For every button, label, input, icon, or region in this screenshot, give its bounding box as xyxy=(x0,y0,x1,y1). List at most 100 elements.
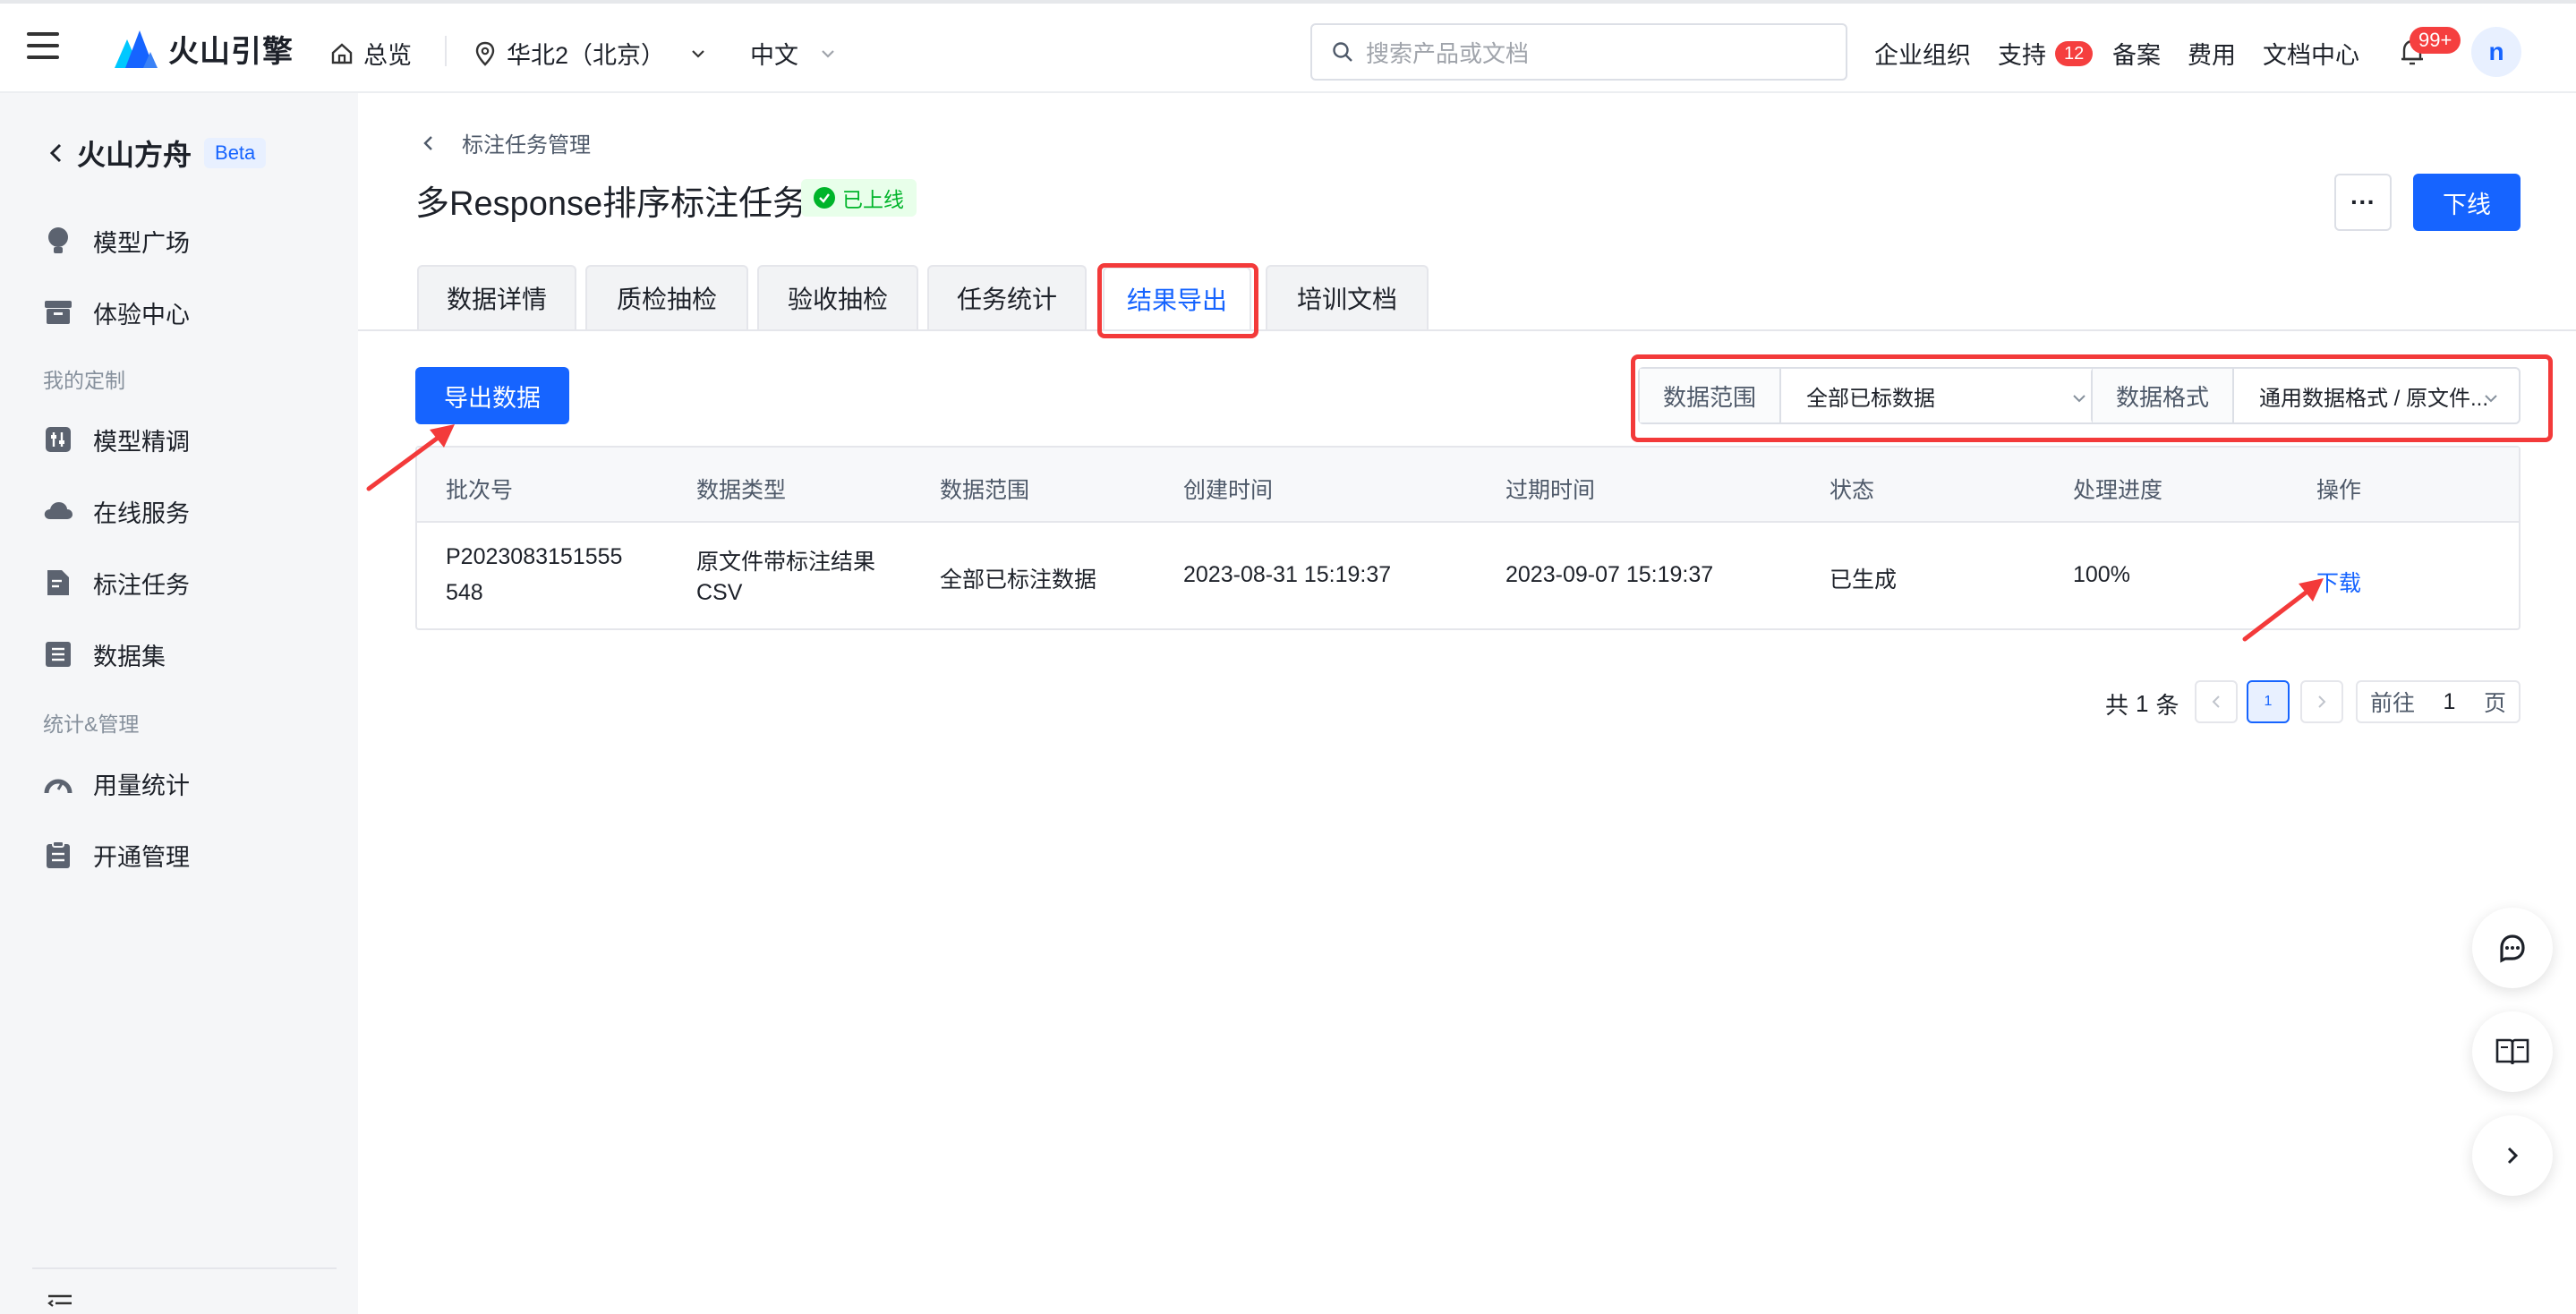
tune-icon xyxy=(43,424,73,455)
collapse-sidebar-icon[interactable] xyxy=(47,1293,73,1314)
search-input[interactable]: 搜索产品或文档 xyxy=(1310,23,1847,81)
chevron-left-icon xyxy=(49,143,62,163)
support-link[interactable]: 支持 12 xyxy=(1998,36,2094,71)
page-number-button[interactable]: 1 xyxy=(2247,680,2290,723)
column-header: 数据范围 xyxy=(940,478,1030,503)
support-count-badge: 12 xyxy=(2055,40,2094,66)
tab-training-docs[interactable]: 培训文档 xyxy=(1266,265,1429,329)
chevron-right-icon xyxy=(2507,1147,2519,1165)
batch-id-line1: P2023083151555 xyxy=(446,544,623,569)
region-selector[interactable]: 华北2（北京） xyxy=(474,36,708,71)
total-count: 1 xyxy=(2136,689,2149,717)
sidebar: 火山方舟 Beta 模型广场 体验中心 我的定制 模型精调 在线服务 标注任务 xyxy=(0,93,358,1314)
volcano-logo-icon xyxy=(115,30,158,68)
highlight-box-tab xyxy=(1097,263,1258,338)
docs-link[interactable]: 文档中心 xyxy=(2263,36,2359,71)
overview-link[interactable]: 总览 xyxy=(329,36,412,71)
goto-prefix: 前往 xyxy=(2370,691,2416,716)
docs-label: 文档中心 xyxy=(2263,42,2359,69)
beta-badge: Beta xyxy=(204,138,267,168)
enterprise-label: 企业组织 xyxy=(1874,42,1971,69)
data-range-cell: 全部已标注数据 xyxy=(940,567,1097,593)
table-header: 批次号 数据类型 数据范围 创建时间 过期时间 状态 处理进度 操作 xyxy=(417,448,2519,523)
annotation-arrow-export xyxy=(366,424,455,491)
book-icon xyxy=(2495,1038,2529,1065)
location-pin-icon xyxy=(475,41,495,66)
breadcrumb-label: 标注任务管理 xyxy=(462,133,591,158)
prev-page-button[interactable] xyxy=(2195,680,2238,723)
sidebar-item-usage[interactable]: 用量统计 xyxy=(43,763,190,804)
cloud-icon xyxy=(43,496,73,526)
lightbulb-icon xyxy=(43,226,73,256)
language-selector[interactable]: 中文 xyxy=(750,36,838,71)
sidebar-item-dataset[interactable]: 数据集 xyxy=(43,634,166,675)
column-header: 处理进度 xyxy=(2073,478,2163,503)
filing-link[interactable]: 备案 xyxy=(2112,36,2161,71)
data-type-line1: 原文件带标注结果 xyxy=(696,550,876,575)
goto-value: 1 xyxy=(2443,688,2456,714)
total-suffix: 条 xyxy=(2155,691,2179,719)
sidebar-item-model-square[interactable]: 模型广场 xyxy=(43,220,190,261)
progress-cell: 100% xyxy=(2073,562,2130,587)
hamburger-menu-icon[interactable] xyxy=(27,32,59,59)
filing-label: 备案 xyxy=(2112,42,2161,69)
column-header: 创建时间 xyxy=(1183,478,1274,503)
column-header: 操作 xyxy=(2316,478,2362,503)
box-icon xyxy=(43,297,73,328)
enterprise-link[interactable]: 企业组织 xyxy=(1874,36,1971,71)
sidebar-back-title[interactable]: 火山方舟 Beta xyxy=(47,132,267,174)
logo-text: 火山引擎 xyxy=(168,34,294,69)
search-icon xyxy=(1333,42,1352,62)
tab-task-stats[interactable]: 任务统计 xyxy=(927,265,1087,329)
sidebar-item-fine-tune[interactable]: 模型精调 xyxy=(43,419,190,460)
gauge-icon xyxy=(43,768,73,798)
more-actions-button[interactable]: ··· xyxy=(2334,174,2392,231)
divider xyxy=(445,36,447,66)
goto-page-input[interactable]: 前往 1 页 xyxy=(2356,680,2521,723)
check-circle-icon xyxy=(814,187,835,209)
breadcrumb[interactable]: 标注任务管理 xyxy=(421,127,591,158)
sidebar-title: 火山方舟 xyxy=(77,139,192,171)
highlight-box-filters xyxy=(1631,354,2553,442)
sidebar-item-experience-center[interactable]: 体验中心 xyxy=(43,292,190,333)
customer-service-button[interactable] xyxy=(2472,908,2553,988)
tab-acceptance-sampling[interactable]: 验收抽检 xyxy=(757,265,918,329)
sidebar-group-stats: 统计&管理 xyxy=(43,712,140,736)
sidebar-item-label: 模型广场 xyxy=(93,229,190,257)
sidebar-item-annotation-task[interactable]: 标注任务 xyxy=(43,562,190,603)
expire-time-cell: 2023-09-07 15:19:37 xyxy=(1506,562,1714,587)
billing-label: 费用 xyxy=(2188,42,2236,69)
sidebar-item-label: 标注任务 xyxy=(93,571,190,599)
offline-button[interactable]: 下线 xyxy=(2413,174,2521,231)
chevron-down-icon xyxy=(822,49,834,58)
sidebar-item-label: 模型精调 xyxy=(93,428,190,456)
status-cell: 已生成 xyxy=(1830,567,1898,593)
page-title: 多Response排序标注任务 xyxy=(415,185,807,223)
sidebar-item-online-service[interactable]: 在线服务 xyxy=(43,491,190,532)
tab-divider xyxy=(358,329,2576,331)
volcengine-logo[interactable]: 火山引擎 xyxy=(113,25,294,72)
region-label: 华北2（北京） xyxy=(507,42,666,69)
chevron-left-icon xyxy=(423,135,432,150)
expand-panel-button[interactable] xyxy=(2472,1115,2553,1196)
pagination-total: 共 1 条 xyxy=(2105,682,2179,725)
sidebar-item-label: 数据集 xyxy=(93,643,166,670)
sidebar-item-activation[interactable]: 开通管理 xyxy=(43,834,190,875)
tab-qc-sampling[interactable]: 质检抽检 xyxy=(585,265,748,329)
top-bar: 火山引擎 总览 华北2（北京） 中文 搜索产品或文档 企业组织 支持 12 备案… xyxy=(0,0,2576,93)
docs-float-button[interactable] xyxy=(2472,1011,2553,1092)
search-placeholder: 搜索产品或文档 xyxy=(1366,39,1530,67)
overview-label: 总览 xyxy=(363,42,412,69)
dataset-icon xyxy=(43,639,73,670)
batch-id-line2: 548 xyxy=(446,580,483,605)
avatar[interactable]: n xyxy=(2471,27,2521,77)
sidebar-item-label: 用量统计 xyxy=(93,772,190,799)
tab-data-details[interactable]: 数据详情 xyxy=(417,265,576,329)
status-badge: 已上线 xyxy=(801,179,917,217)
chevron-right-icon xyxy=(2318,695,2326,708)
clipboard-icon xyxy=(43,840,73,870)
billing-link[interactable]: 费用 xyxy=(2188,36,2236,71)
next-page-button[interactable] xyxy=(2300,680,2343,723)
annotation-arrow-download xyxy=(2242,578,2324,642)
column-header: 数据类型 xyxy=(696,478,787,503)
